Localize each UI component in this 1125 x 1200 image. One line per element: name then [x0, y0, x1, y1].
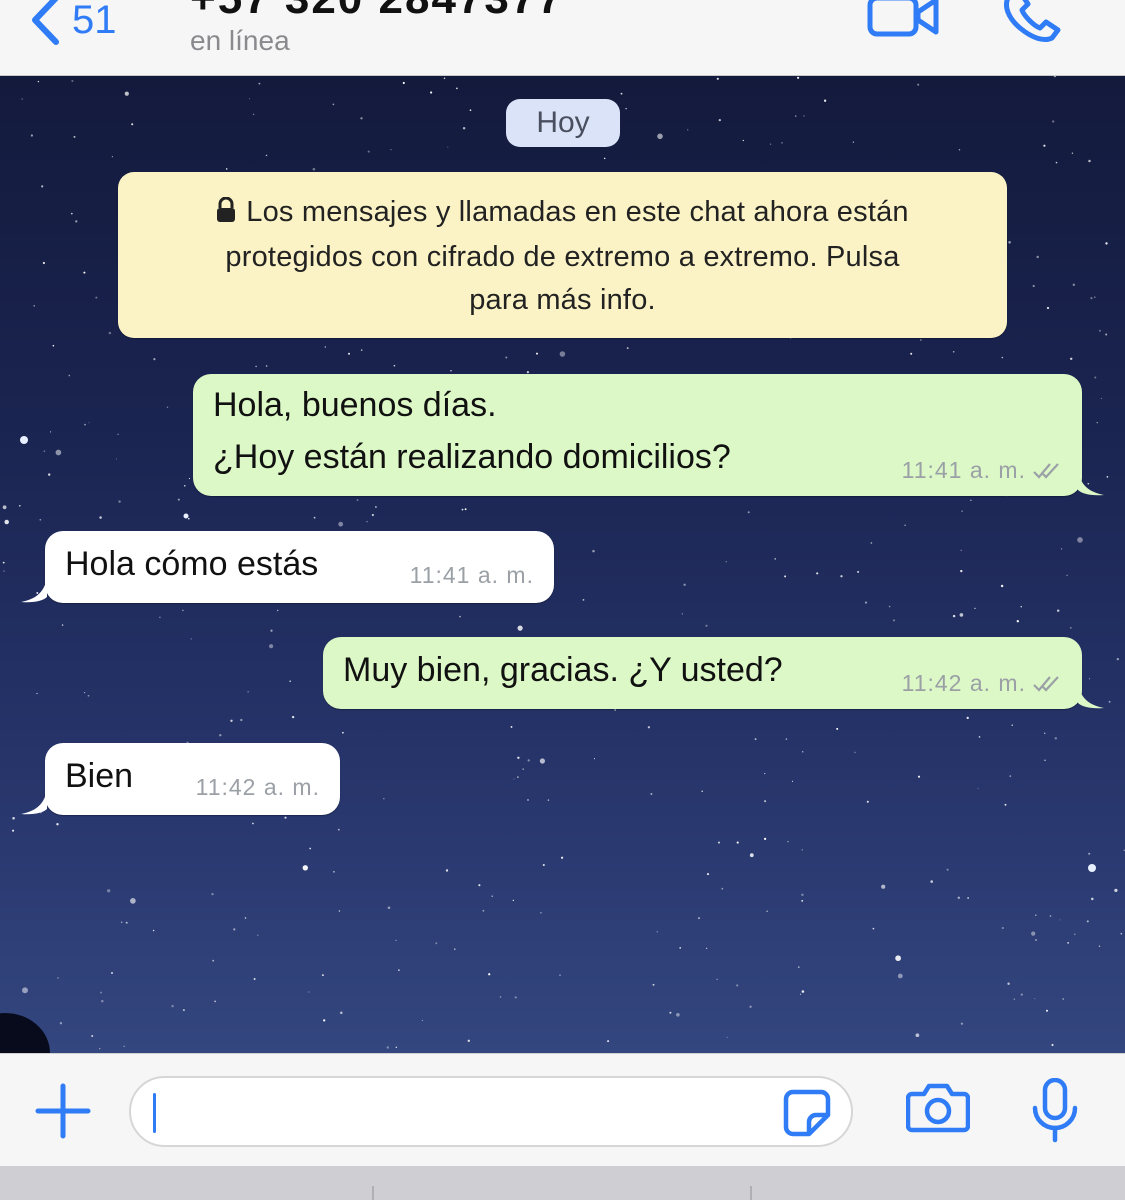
- bubble-tail: [21, 789, 47, 815]
- date-chip: Hoy: [506, 99, 620, 147]
- encryption-notice[interactable]: Los mensajes y llamadas en este chat aho…: [118, 172, 1007, 338]
- back-button[interactable]: 51: [30, 0, 117, 46]
- message-incoming[interactable]: Bien 11:42 a. m.: [21, 743, 340, 815]
- plus-icon[interactable]: [34, 1082, 92, 1145]
- video-call-icon[interactable]: [866, 0, 942, 45]
- chevron-left-icon: [32, 0, 59, 45]
- message-meta: 11:42 a. m.: [902, 670, 1064, 697]
- encryption-notice-line-3: para más info.: [469, 284, 656, 316]
- contact-status: en línea: [190, 25, 290, 56]
- chat-header: 51 +57 320 2847377 en línea: [0, 0, 1125, 76]
- encryption-notice-line-2: protegidos con cifrado de extremo a extr…: [225, 241, 900, 273]
- message-text-line: Bien: [65, 757, 134, 795]
- bubble-tail: [1078, 683, 1104, 709]
- unread-count: 51: [72, 0, 117, 42]
- message-outgoing[interactable]: Muy bien, gracias. ¿Y usted? 11:42 a. m.: [323, 637, 1104, 709]
- divider: [750, 1186, 752, 1200]
- contact-name[interactable]: +57 320 2847377: [190, 0, 564, 24]
- encryption-notice-line-1: Los mensajes y llamadas en este chat aho…: [158, 191, 967, 236]
- message-time: 11:42 a. m.: [195, 774, 320, 800]
- message-input[interactable]: [129, 1076, 853, 1147]
- read-ticks-icon: [1033, 675, 1059, 692]
- bubble-tail: [1078, 470, 1104, 496]
- message-time: 11:42 a. m.: [901, 670, 1026, 696]
- message-time: 11:41 a. m.: [901, 457, 1026, 483]
- sticker-icon[interactable]: [783, 1089, 831, 1142]
- message-outgoing[interactable]: Hola, buenos días. ¿Hoy están realizando…: [193, 374, 1104, 496]
- lock-icon: [216, 193, 236, 236]
- message-meta: 11:41 a. m.: [902, 457, 1064, 484]
- message-time: 11:41 a. m.: [409, 562, 534, 588]
- message-input-bar: [0, 1053, 1125, 1166]
- message-text-line: Muy bien, gracias. ¿Y usted?: [343, 651, 783, 689]
- microphone-icon[interactable]: [1030, 1077, 1080, 1149]
- message-incoming[interactable]: Hola cómo estás 11:41 a. m.: [21, 531, 554, 603]
- keyboard-top-strip: [0, 1166, 1125, 1200]
- message-meta: 11:41 a. m.: [410, 562, 534, 589]
- phone-call-icon[interactable]: [1000, 0, 1064, 49]
- message-text-line: ¿Hoy están realizando domicilios?: [213, 438, 731, 476]
- read-ticks-icon: [1033, 462, 1059, 479]
- message-text-line: Hola cómo estás: [65, 545, 319, 583]
- text-caret: [153, 1093, 156, 1133]
- chat-background[interactable]: Hoy Los mensajes y llamadas en este chat…: [0, 76, 1125, 1053]
- message-meta: 11:42 a. m.: [196, 774, 320, 801]
- message-text-line: Hola, buenos días.: [213, 386, 497, 424]
- divider: [372, 1186, 374, 1200]
- camera-icon[interactable]: [905, 1082, 971, 1139]
- bubble-tail: [21, 577, 47, 603]
